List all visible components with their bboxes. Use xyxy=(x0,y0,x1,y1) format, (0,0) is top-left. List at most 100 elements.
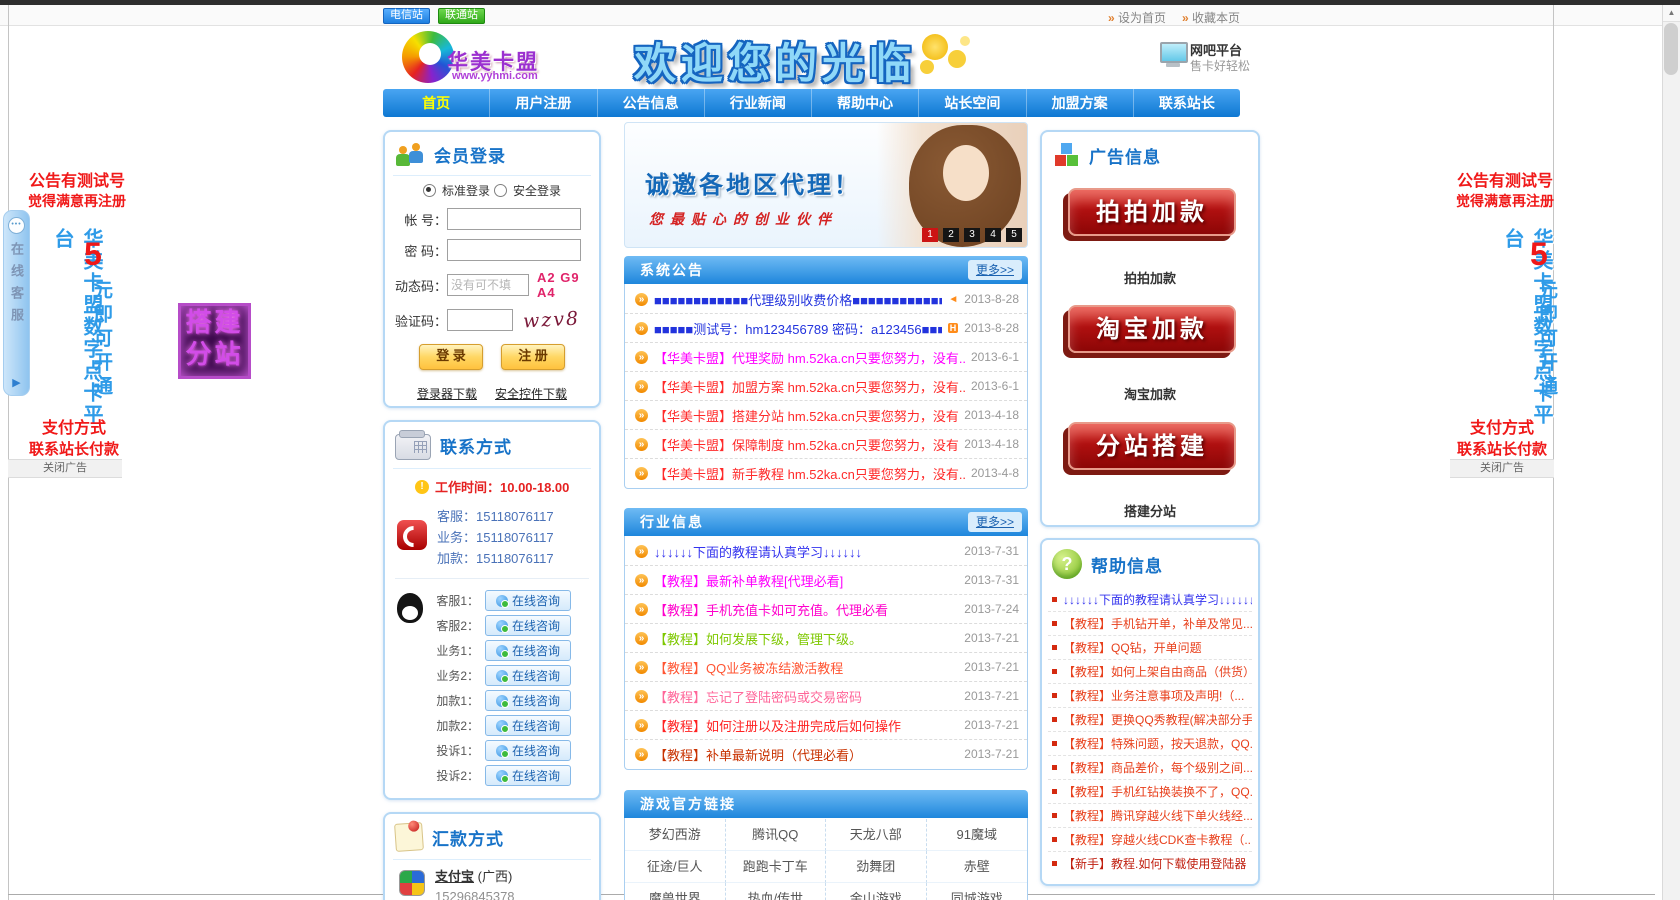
industry-link-5[interactable]: 【教程】忘记了登陆密码或交易密码 xyxy=(654,687,958,706)
industry-link-2[interactable]: 【教程】手机充值卡如可充值。代理必看 xyxy=(654,600,958,619)
industry-link-1[interactable]: 【教程】最新补单教程[代理必看] xyxy=(654,571,958,590)
telecom-site-button[interactable]: 电信站 xyxy=(383,8,430,24)
online-service-tab[interactable]: 在线客服 ▶ xyxy=(3,210,30,396)
expand-arrow-icon[interactable]: ▶ xyxy=(12,376,20,389)
qq-contact-row: 加款2：在线咨询 xyxy=(431,713,599,738)
substation-badge-ad[interactable]: 搭建 分站 xyxy=(178,303,251,379)
banner-page-2[interactable]: 2 xyxy=(943,228,959,242)
announcement-link-0[interactable]: ■■■■■■■■■■■■代理级别收费价格■■■■■■■■■■■■... xyxy=(654,290,942,309)
account-label: 帐 号： xyxy=(385,210,447,229)
substation-build-button[interactable]: 分站搭建 xyxy=(1068,422,1236,470)
announcements-more-link[interactable]: 更多>> xyxy=(968,260,1022,280)
game-link-9[interactable]: 热血/传世 xyxy=(726,883,827,900)
account-input[interactable] xyxy=(447,208,581,230)
unicom-site-button[interactable]: 联通站 xyxy=(438,8,485,24)
game-link-6[interactable]: 劲舞团 xyxy=(826,851,927,883)
announcement-row: »■■■■■测试号：hm123456789 密码：a123456■■■■■H20… xyxy=(625,314,1027,343)
industry-link-0[interactable]: ↓↓↓↓↓↓下面的教程请认真学习↓↓↓↓↓↓ xyxy=(654,542,958,561)
game-link-11[interactable]: 同城游戏 xyxy=(927,883,1028,900)
help-row: 【新手】教程.如何下载使用登陆器 xyxy=(1048,852,1252,875)
arrow-bullet-icon: » xyxy=(635,603,648,616)
client-download-link[interactable]: 登录器下载 xyxy=(417,385,477,402)
game-link-1[interactable]: 腾讯QQ xyxy=(726,819,827,851)
announcement-link-5[interactable]: 【华美卡盟】保障制度 hm.52ka.cn只要您努力，没有... xyxy=(654,435,958,454)
help-link-5[interactable]: 【教程】更换QQ秀教程(解决部分手... xyxy=(1063,711,1252,728)
banner-page-4[interactable]: 4 xyxy=(985,228,1001,242)
password-input[interactable] xyxy=(447,239,581,261)
online-consult-button-5[interactable]: 在线咨询 xyxy=(485,715,571,736)
announcement-link-6[interactable]: 【华美卡盟】新手教程 hm.52ka.cn只要您努力，没有... xyxy=(654,464,965,483)
help-link-4[interactable]: 【教程】业务注意事项及声明!（... xyxy=(1063,687,1244,704)
help-panel-header: 帮助信息 xyxy=(1042,540,1258,585)
nav-item-5[interactable]: 站长空间 xyxy=(919,89,1026,117)
help-link-7[interactable]: 【教程】商品差价，每个级别之间... xyxy=(1063,759,1252,776)
captcha-image[interactable]: wzv8 xyxy=(522,308,580,333)
set-home-link[interactable]: 设为首页 xyxy=(1108,9,1166,26)
banner-page-5[interactable]: 5 xyxy=(1006,228,1022,242)
game-link-7[interactable]: 赤壁 xyxy=(927,851,1028,883)
banner-page-3[interactable]: 3 xyxy=(964,228,980,242)
promo-banner[interactable]: 诚邀各地区代理！ 您最贴心的创业伙伴 12345 xyxy=(624,122,1028,248)
help-link-0[interactable]: ↓↓↓↓↓↓下面的教程请认真学习↓↓↓↓↓↓ xyxy=(1063,591,1252,608)
industry-more-link[interactable]: 更多>> xyxy=(968,512,1022,532)
register-button[interactable]: 注 册 xyxy=(501,344,565,370)
nav-item-3[interactable]: 行业新闻 xyxy=(705,89,812,117)
left-close-ad-link[interactable]: 关闭广告 xyxy=(8,459,122,478)
bookmark-link[interactable]: 收藏本页 xyxy=(1182,9,1240,26)
game-link-8[interactable]: 魔兽世界 xyxy=(625,883,726,900)
standard-login-radio[interactable] xyxy=(423,184,436,197)
help-link-9[interactable]: 【教程】腾讯穿越火线下单火线经... xyxy=(1063,807,1252,824)
help-link-2[interactable]: 【教程】QQ钻，开单问题 xyxy=(1063,639,1202,656)
help-link-10[interactable]: 【教程】穿越火线CDK查卡教程（... xyxy=(1063,831,1252,848)
scrollbar[interactable]: ▲ xyxy=(1662,5,1680,900)
dynamic-code-input[interactable] xyxy=(447,274,529,296)
online-consult-button-4[interactable]: 在线咨询 xyxy=(485,690,571,711)
nav-item-7[interactable]: 联系站长 xyxy=(1134,89,1240,117)
game-link-4[interactable]: 征途/巨人 xyxy=(625,851,726,883)
control-download-link[interactable]: 安全控件下载 xyxy=(495,385,567,402)
help-row: ↓↓↓↓↓↓下面的教程请认真学习↓↓↓↓↓↓ xyxy=(1048,588,1252,612)
game-link-3[interactable]: 91魔域 xyxy=(927,819,1028,851)
online-consult-button-2[interactable]: 在线咨询 xyxy=(485,640,571,661)
game-link-2[interactable]: 天龙八部 xyxy=(826,819,927,851)
scroll-up-icon[interactable]: ▲ xyxy=(1663,5,1680,22)
arrow-bullet-icon: » xyxy=(635,322,648,335)
nav-item-6[interactable]: 加盟方案 xyxy=(1027,89,1134,117)
industry-link-3[interactable]: 【教程】如何发展下级，管理下级。 xyxy=(654,629,958,648)
secure-login-radio[interactable] xyxy=(494,184,507,197)
online-consult-button-6[interactable]: 在线咨询 xyxy=(485,740,571,761)
right-close-ad-link[interactable]: 关闭广告 xyxy=(1450,459,1554,478)
online-consult-button-3[interactable]: 在线咨询 xyxy=(485,665,571,686)
help-link-1[interactable]: 【教程】手机钻开单，补单及常见... xyxy=(1063,615,1252,632)
nav-item-0[interactable]: 首页 xyxy=(383,89,490,117)
paipai-recharge-button[interactable]: 拍拍加款 xyxy=(1068,188,1236,236)
nav-item-1[interactable]: 用户注册 xyxy=(490,89,597,117)
remit-method[interactable]: 支付宝 xyxy=(435,869,474,884)
online-consult-button-1[interactable]: 在线咨询 xyxy=(485,615,571,636)
online-consult-button-7[interactable]: 在线咨询 xyxy=(485,765,571,786)
industry-link-7[interactable]: 【教程】补单最新说明（代理必看） xyxy=(654,745,958,764)
qq-contact-label-3: 业务2： xyxy=(431,667,479,684)
announcement-link-4[interactable]: 【华美卡盟】搭建分站 hm.52ka.cn只要您努力，没有... xyxy=(654,406,958,425)
nav-item-4[interactable]: 帮助中心 xyxy=(812,89,919,117)
announcement-link-3[interactable]: 【华美卡盟】加盟方案 hm.52ka.cn只要您努力，没有... xyxy=(654,377,965,396)
announcement-link-2[interactable]: 【华美卡盟】代理奖励 hm.52ka.cn只要您努力，没有... xyxy=(654,348,965,367)
game-link-0[interactable]: 梦幻西游 xyxy=(625,819,726,851)
banner-page-1[interactable]: 1 xyxy=(922,228,938,242)
game-link-5[interactable]: 跑跑卡丁车 xyxy=(726,851,827,883)
help-link-3[interactable]: 【教程】如何上架自由商品（供货） xyxy=(1063,663,1252,680)
help-link-6[interactable]: 【教程】特殊问题，按天退款，QQ... xyxy=(1063,735,1252,752)
nav-item-2[interactable]: 公告信息 xyxy=(598,89,705,117)
announcement-link-1[interactable]: ■■■■■测试号：hm123456789 密码：a123456■■■■■ xyxy=(654,319,942,338)
alipay-icon xyxy=(399,870,425,896)
industry-link-6[interactable]: 【教程】如何注册以及注册完成后如何操作 xyxy=(654,716,958,735)
scroll-thumb[interactable] xyxy=(1664,23,1678,75)
industry-link-4[interactable]: 【教程】QQ业务被冻结激活教程 xyxy=(654,658,958,677)
captcha-input[interactable] xyxy=(447,309,513,331)
help-link-11[interactable]: 【新手】教程.如何下载使用登陆器 xyxy=(1063,855,1246,872)
online-consult-button-0[interactable]: 在线咨询 xyxy=(485,590,571,611)
help-link-8[interactable]: 【教程】手机红钻换装换不了，QQ... xyxy=(1063,783,1252,800)
login-button[interactable]: 登 录 xyxy=(419,344,483,370)
game-link-10[interactable]: 金山游戏 xyxy=(826,883,927,900)
taobao-recharge-button[interactable]: 淘宝加款 xyxy=(1068,305,1236,353)
